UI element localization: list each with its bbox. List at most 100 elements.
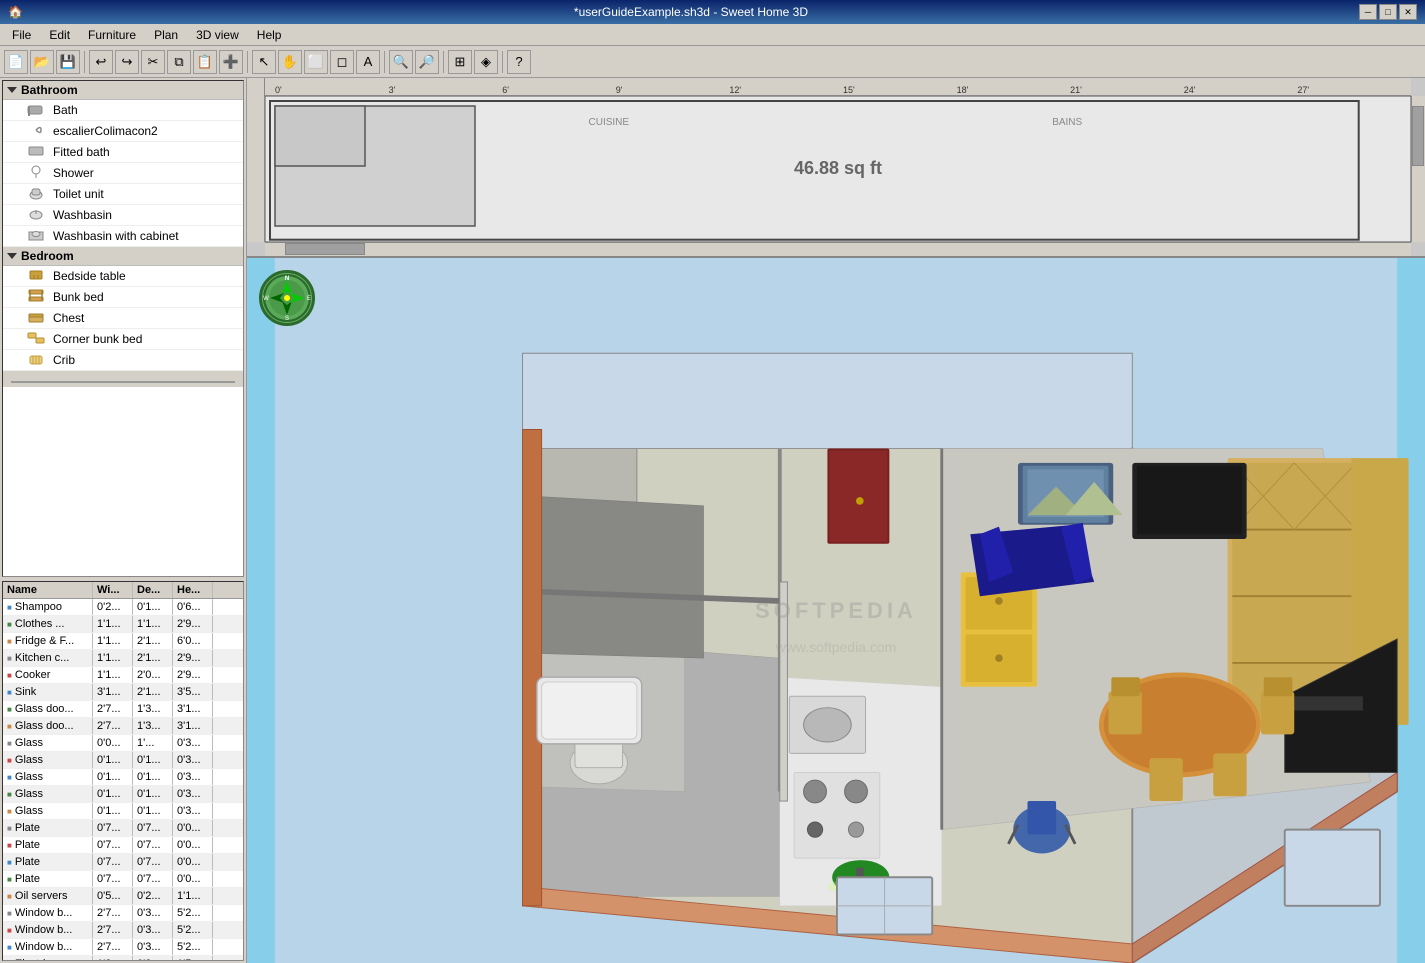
list-cell-height: 5'2... — [173, 939, 213, 955]
list-row[interactable]: ■ Fridge & F... 1'1... 2'1... 6'0... — [3, 633, 243, 650]
add-furniture-button[interactable]: ➕ — [219, 50, 243, 74]
menu-item-plan[interactable]: Plan — [146, 26, 186, 44]
list-row[interactable]: ■ Glass 0'1... 0'1... 0'3... — [3, 803, 243, 820]
navigation-compass[interactable]: N S E W — [259, 270, 315, 326]
draw-text-button[interactable]: A — [356, 50, 380, 74]
list-row-icon: ■ — [7, 705, 12, 714]
item-label: Bunk bed — [53, 290, 104, 304]
menu-item-3d view[interactable]: 3D view — [188, 26, 247, 44]
list-row[interactable]: ■ Glass doo... 2'7... 1'3... 3'1... — [3, 718, 243, 735]
list-row[interactable]: ■ Plate 0'7... 0'7... 0'0... — [3, 854, 243, 871]
redo-button[interactable]: ↪ — [115, 50, 139, 74]
list-cell-width: 1'1... — [93, 667, 133, 683]
furniture-tree[interactable]: BathroomBathescalierColimacon2Fitted bat… — [2, 80, 244, 577]
list-row-icon: ■ — [7, 637, 12, 646]
list-row-icon: ■ — [7, 722, 12, 731]
minimize-button[interactable]: ─ — [1359, 4, 1377, 20]
close-button[interactable]: ✕ — [1399, 4, 1417, 20]
list-row-icon: ■ — [7, 960, 12, 961]
view3d-button[interactable]: ◈ — [474, 50, 498, 74]
list-row-icon: ■ — [7, 790, 12, 799]
item-label: Crib — [53, 353, 75, 367]
help-button[interactable]: ? — [507, 50, 531, 74]
new-button[interactable]: 📄 — [4, 50, 28, 74]
menu-item-help[interactable]: Help — [249, 26, 290, 44]
tree-item-toilet-unit[interactable]: Toilet unit — [3, 184, 243, 205]
tree-item-shower[interactable]: Shower — [3, 163, 243, 184]
tree-item-crib[interactable]: Crib — [3, 350, 243, 371]
draw-rooms-button[interactable]: ◻ — [330, 50, 354, 74]
top-view-button[interactable]: ⊞ — [448, 50, 472, 74]
paste-button[interactable]: 📋 — [193, 50, 217, 74]
list-cell-depth: 1'3... — [133, 701, 173, 717]
list-row[interactable]: ■ Plate 0'7... 0'7... 0'0... — [3, 820, 243, 837]
list-row[interactable]: ■ Shampoo 0'2... 0'1... 0'6... — [3, 599, 243, 616]
plan-view[interactable]: 0'3'6'9'12'15'18'21'24'27' 46.88 sq ft C… — [247, 78, 1425, 258]
list-cell-depth: 0'1... — [133, 803, 173, 819]
list-cell-depth: 2'1... — [133, 650, 173, 666]
list-row[interactable]: ■ Clothes ... 1'1... 1'1... 2'9... — [3, 616, 243, 633]
list-row[interactable]: ■ Window b... 2'7... 0'3... 5'2... — [3, 922, 243, 939]
tree-item-bunk-bed[interactable]: Bunk bed — [3, 287, 243, 308]
list-row[interactable]: ■ Glass 0'0... 1'... 0'3... — [3, 735, 243, 752]
category-bathroom[interactable]: Bathroom — [3, 81, 243, 100]
open-button[interactable]: 📂 — [30, 50, 54, 74]
list-row[interactable]: ■ Glass 0'1... 0'1... 0'3... — [3, 769, 243, 786]
list-row[interactable]: ■ Oil servers 0'5... 0'2... 1'1... — [3, 888, 243, 905]
list-row[interactable]: ■ Glass 0'1... 0'1... 0'3... — [3, 786, 243, 803]
list-row[interactable]: ■ Plate 0'7... 0'7... 0'0... — [3, 871, 243, 888]
list-cell-depth: 0'7... — [133, 871, 173, 887]
list-row[interactable]: ■ Electric r... 1'2... 0'3... 1'5... — [3, 956, 243, 961]
save-button[interactable]: 💾 — [56, 50, 80, 74]
zoom-in-button[interactable]: 🔍 — [389, 50, 413, 74]
list-row[interactable]: ■ Glass 0'1... 0'1... 0'3... — [3, 752, 243, 769]
list-row[interactable]: ■ Window b... 2'7... 0'3... 5'2... — [3, 905, 243, 922]
list-cell-name: ■ Glass — [3, 735, 93, 751]
tree-item-fitted-bath[interactable]: Fitted bath — [3, 142, 243, 163]
tree-item-escaliercolimacon2[interactable]: escalierColimacon2 — [3, 121, 243, 142]
pan-button[interactable]: ✋ — [278, 50, 302, 74]
list-row[interactable]: ■ Cooker 1'1... 2'0... 2'9... — [3, 667, 243, 684]
tree-item-bedside-table[interactable]: Bedside table — [3, 266, 243, 287]
sep5 — [502, 51, 503, 73]
list-cell-depth: 0'3... — [133, 939, 173, 955]
item-icon — [27, 144, 47, 160]
tree-item-chest[interactable]: Chest — [3, 308, 243, 329]
category-bedroom[interactable]: Bedroom — [3, 247, 243, 266]
zoom-out-button[interactable]: 🔎 — [415, 50, 439, 74]
menu-item-furniture[interactable]: Furniture — [80, 26, 144, 44]
cut-button[interactable]: ✂ — [141, 50, 165, 74]
item-icon — [27, 123, 47, 139]
select-button[interactable]: ↖ — [252, 50, 276, 74]
item-label: Chest — [53, 311, 84, 325]
list-cell-height: 6'0... — [173, 633, 213, 649]
tree-item-bath[interactable]: Bath — [3, 100, 243, 121]
scrollbar-horizontal[interactable] — [265, 242, 1411, 256]
list-row-icon: ■ — [7, 892, 12, 901]
menu-item-edit[interactable]: Edit — [41, 26, 78, 44]
list-row[interactable]: ■ Plate 0'7... 0'7... 0'0... — [3, 837, 243, 854]
title-app-icon: 🏠 — [8, 5, 23, 19]
list-row[interactable]: ■ Glass doo... 2'7... 1'3... 3'1... — [3, 701, 243, 718]
undo-button[interactable]: ↩ — [89, 50, 113, 74]
menu-item-file[interactable]: File — [4, 26, 39, 44]
tree-item-corner-bunk-bed[interactable]: Corner bunk bed — [3, 329, 243, 350]
item-icon — [27, 186, 47, 202]
tree-item-washbasin[interactable]: Washbasin — [3, 205, 243, 226]
list-cell-name: ■ Glass — [3, 769, 93, 785]
ruler-mark: 9' — [616, 85, 730, 95]
3d-view[interactable]: N S E W SOFTPEDIA www.softpedia.com — [247, 258, 1425, 963]
window-title: *userGuideExample.sh3d - Sweet Home 3D — [23, 5, 1359, 19]
list-cell-width: 0'0... — [93, 735, 133, 751]
copy-button[interactable]: ⧉ — [167, 50, 191, 74]
scrollbar-vertical[interactable] — [1411, 96, 1425, 242]
maximize-button[interactable]: □ — [1379, 4, 1397, 20]
furniture-list[interactable]: Name Wi... De... He... ■ Shampoo 0'2... … — [2, 581, 244, 961]
tree-item-washbasin-with-cabinet[interactable]: Washbasin with cabinet — [3, 226, 243, 247]
draw-walls-button[interactable]: ⬜ — [304, 50, 328, 74]
list-row[interactable]: ■ Kitchen c... 1'1... 2'1... 2'9... — [3, 650, 243, 667]
ruler-mark: 0' — [275, 85, 389, 95]
item-label: Shower — [53, 166, 94, 180]
list-row[interactable]: ■ Window b... 2'7... 0'3... 5'2... — [3, 939, 243, 956]
list-row[interactable]: ■ Sink 3'1... 2'1... 3'5... — [3, 684, 243, 701]
